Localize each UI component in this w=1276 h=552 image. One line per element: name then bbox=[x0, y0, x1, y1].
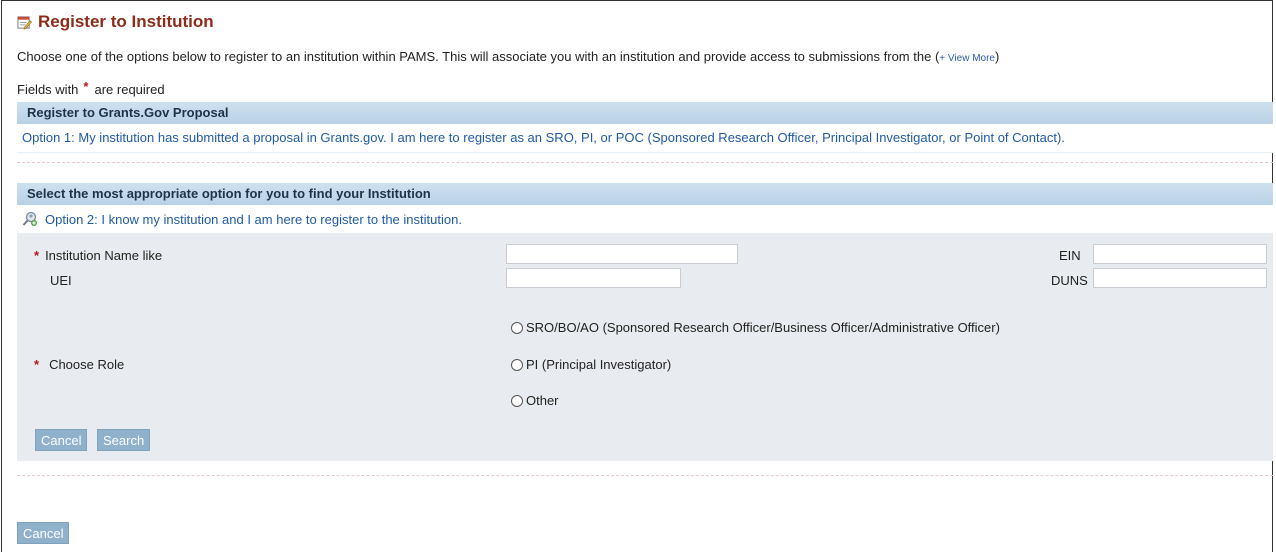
cancel-button[interactable]: Cancel bbox=[35, 429, 88, 451]
page-title-text: Register to Institution bbox=[38, 12, 214, 31]
asterisk-icon: * bbox=[83, 79, 89, 94]
uei-input[interactable] bbox=[506, 268, 681, 288]
uei-label: UEI bbox=[50, 273, 72, 288]
ein-label: EIN bbox=[1059, 248, 1081, 263]
radio-button[interactable] bbox=[511, 358, 523, 371]
section-header-find-institution: Select the most appropriate option for y… bbox=[17, 183, 1273, 205]
grants-gov-section: Register to Grants.Gov Proposal Option 1… bbox=[17, 102, 1273, 163]
intro-description: Choose one of the options below to regis… bbox=[17, 49, 932, 64]
option2-row[interactable]: Option 2: I know my institution and I am… bbox=[17, 205, 1273, 233]
asterisk-icon: * bbox=[34, 357, 40, 372]
duns-label: DUNS bbox=[1051, 273, 1088, 288]
page-cancel-button[interactable]: Cancel bbox=[17, 522, 70, 544]
intro-text: Choose one of the options below to regis… bbox=[17, 49, 1000, 64]
option2-link[interactable]: Option 2: I know my institution and I am… bbox=[45, 212, 462, 227]
edit-document-icon bbox=[17, 15, 32, 29]
radio-button[interactable] bbox=[511, 321, 523, 334]
required-fields-note: Fields with * are required bbox=[17, 79, 165, 97]
role-option-other[interactable]: Other bbox=[511, 393, 559, 408]
role-option-pi[interactable]: PI (Principal Investigator) bbox=[511, 357, 671, 372]
view-more-link[interactable]: + View More bbox=[939, 53, 995, 64]
institution-search-form: * Institution Name like EIN UEI DUNS SRO/… bbox=[17, 233, 1273, 461]
asterisk-icon: * bbox=[34, 248, 40, 263]
magnifier-user-icon bbox=[22, 211, 37, 226]
role-option-sro[interactable]: SRO/BO/AO (Sponsored Research Officer/Bu… bbox=[511, 320, 1000, 335]
choose-role-label: * Choose Role bbox=[34, 357, 125, 372]
required-suffix: are required bbox=[94, 82, 165, 97]
find-institution-section: Select the most appropriate option for y… bbox=[17, 183, 1273, 476]
institution-name-label: * Institution Name like bbox=[34, 248, 163, 263]
option1-link[interactable]: Option 1: My institution has submitted a… bbox=[17, 124, 1273, 153]
duns-input[interactable] bbox=[1093, 268, 1267, 288]
search-button[interactable]: Search bbox=[97, 429, 151, 451]
required-prefix: Fields with bbox=[17, 82, 79, 97]
ein-input[interactable] bbox=[1093, 244, 1267, 264]
institution-name-input[interactable] bbox=[506, 244, 738, 264]
section-header-grants-gov: Register to Grants.Gov Proposal bbox=[17, 102, 1273, 124]
page-title: Register to Institution bbox=[17, 12, 214, 32]
radio-button[interactable] bbox=[511, 394, 523, 407]
